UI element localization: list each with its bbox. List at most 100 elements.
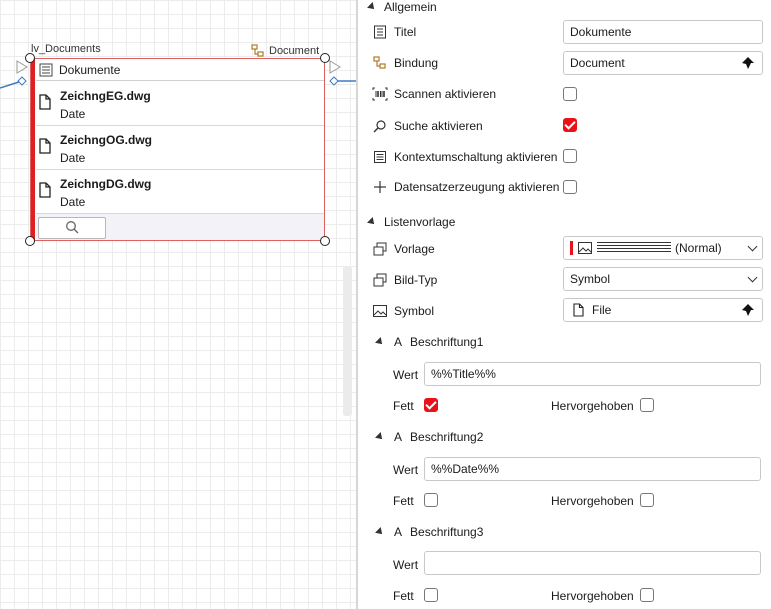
prop-label: Datensatzerzeugung aktivieren xyxy=(394,180,560,194)
highlight-label: Hervorgehoben xyxy=(551,399,634,413)
template-icon xyxy=(372,272,388,288)
value-label: Wert xyxy=(393,368,419,382)
prop-title: Titel xyxy=(372,24,416,40)
section-listenvorlage[interactable]: Listenvorlage xyxy=(367,215,456,229)
title-input[interactable]: Dokumente xyxy=(563,20,763,44)
bold-label: Fett xyxy=(393,399,414,413)
scan-checkbox[interactable] xyxy=(563,87,577,101)
binding-label: Document xyxy=(250,43,319,59)
image-type-select[interactable]: Symbol xyxy=(563,267,763,291)
pin-icon[interactable] xyxy=(740,57,754,72)
prop-label: Suche aktivieren xyxy=(394,119,483,133)
list-item-title: ZeichngDG.dwg xyxy=(60,177,152,191)
search-icon xyxy=(65,220,79,237)
bold-label: Fett xyxy=(393,494,414,508)
caption-3-bold-checkbox[interactable] xyxy=(424,588,438,602)
caption-1-highlight-checkbox[interactable] xyxy=(640,398,654,412)
value-label: Wert xyxy=(393,558,419,572)
value-label: Wert xyxy=(393,463,419,477)
symbol-field[interactable]: File xyxy=(563,298,763,322)
listview-control[interactable]: Dokumente ZeichngEG.dwg Date ZeichngOG.d… xyxy=(30,58,325,241)
list-icon xyxy=(372,149,388,165)
list-item[interactable]: ZeichngOG.dwg Date xyxy=(36,125,324,170)
caption-1-bold-checkbox[interactable] xyxy=(424,398,438,412)
pin-icon[interactable] xyxy=(740,304,754,319)
prop-binding: Bindung xyxy=(372,55,438,71)
listview-header: Dokumente xyxy=(36,60,324,81)
plus-icon xyxy=(372,179,388,195)
binding-value: Document xyxy=(570,56,625,70)
caption-a-icon: A xyxy=(394,335,403,349)
prop-label: Vorlage xyxy=(394,242,435,256)
prop-scan: Scannen aktivieren xyxy=(372,86,496,102)
list-item-title: ZeichngEG.dwg xyxy=(60,89,151,103)
section-allgemein[interactable]: Allgemein xyxy=(367,0,437,14)
caption-2-bold-checkbox[interactable] xyxy=(424,493,438,507)
caption-header-label: Beschriftung1 xyxy=(410,335,484,349)
caption-3-header[interactable]: A Beschriftung3 xyxy=(375,525,484,539)
list-icon xyxy=(38,62,54,78)
resize-handle-br[interactable] xyxy=(320,236,330,246)
file-icon xyxy=(570,302,586,318)
list-item[interactable]: ZeichngDG.dwg Date xyxy=(36,169,324,214)
file-icon xyxy=(39,182,51,201)
collapse-triangle-icon xyxy=(375,527,385,537)
listview-name-label: lv_Documents xyxy=(31,43,101,55)
designer-canvas[interactable]: lv_Documents Document Dokumente ZeichngE… xyxy=(0,0,356,609)
prop-label: Bindung xyxy=(394,56,439,70)
template-icon xyxy=(372,241,388,257)
resize-handle-tl[interactable] xyxy=(25,53,35,63)
section-label: Listenvorlage xyxy=(384,215,456,229)
vorlage-value: (Normal) xyxy=(675,241,722,255)
resize-handle-tr[interactable] xyxy=(320,53,330,63)
list-icon xyxy=(372,24,388,40)
prop-label: Kontextumschaltung aktivieren xyxy=(394,150,558,164)
binding-field[interactable]: Document xyxy=(563,51,763,75)
list-item[interactable]: ZeichngEG.dwg Date xyxy=(36,81,324,126)
caption-2-highlight-checkbox[interactable] xyxy=(640,493,654,507)
file-icon xyxy=(39,94,51,113)
caption-1-value-input[interactable]: %%Title%% xyxy=(424,362,761,386)
caption-a-icon: A xyxy=(394,430,403,444)
prop-label: Scannen aktivieren xyxy=(394,87,497,101)
image-icon xyxy=(372,303,388,319)
list-item-subtitle: Date xyxy=(60,195,86,209)
symbol-value: File xyxy=(592,303,612,317)
caption-header-label: Beschriftung3 xyxy=(410,525,484,539)
search-checkbox[interactable] xyxy=(563,118,577,132)
prop-label: Bild-Typ xyxy=(394,273,438,287)
collapse-triangle-icon xyxy=(367,217,377,227)
image-icon xyxy=(577,240,593,256)
template-preview-lines xyxy=(597,242,671,254)
template-preview-accent xyxy=(570,241,573,255)
list-item-subtitle: Date xyxy=(60,151,86,165)
caption-2-header[interactable]: A Beschriftung2 xyxy=(375,430,483,444)
vorlage-select[interactable]: (Normal) xyxy=(563,236,763,260)
prop-context: Kontextumschaltung aktivieren xyxy=(372,149,557,165)
context-checkbox[interactable] xyxy=(563,149,577,163)
binding-label-text: Document xyxy=(269,45,320,57)
prop-symbol: Symbol xyxy=(372,303,434,319)
binding-icon xyxy=(372,55,388,71)
image-type-value: Symbol xyxy=(570,272,611,286)
highlight-label: Hervorgehoben xyxy=(551,494,634,508)
canvas-scrollbar[interactable] xyxy=(343,266,352,416)
bold-label: Fett xyxy=(393,589,414,603)
create-checkbox[interactable] xyxy=(563,180,577,194)
prop-label: Titel xyxy=(394,25,417,39)
listview-search-box[interactable] xyxy=(38,217,106,239)
collapse-triangle-icon xyxy=(375,432,385,442)
properties-panel: Allgemein Titel Dokumente Bindung Docume… xyxy=(358,0,771,609)
section-label: Allgemein xyxy=(384,0,437,14)
list-item-title: ZeichngOG.dwg xyxy=(60,133,152,147)
caption-3-value-input[interactable] xyxy=(424,551,761,575)
file-icon xyxy=(39,138,51,157)
selection-bar xyxy=(31,59,35,240)
prop-search: Suche aktivieren xyxy=(372,118,483,134)
collapse-triangle-icon xyxy=(367,2,377,12)
caption-1-header[interactable]: A Beschriftung1 xyxy=(375,335,484,349)
resize-handle-bl[interactable] xyxy=(25,236,35,246)
prop-label: Symbol xyxy=(394,304,435,318)
caption-2-value-input[interactable]: %%Date%% xyxy=(424,457,761,481)
caption-3-highlight-checkbox[interactable] xyxy=(640,588,654,602)
